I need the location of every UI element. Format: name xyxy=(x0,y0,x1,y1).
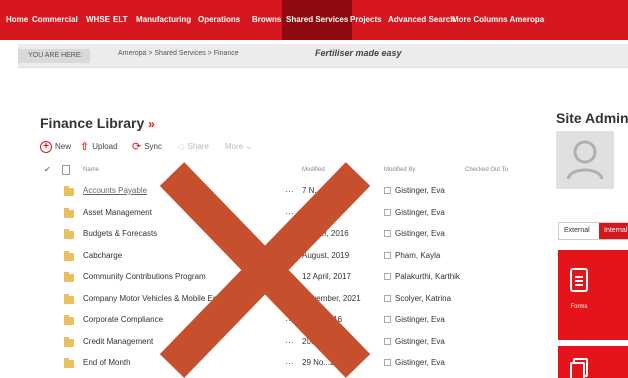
chevron-right-icon: » xyxy=(148,117,155,131)
tab-internal[interactable]: Internal xyxy=(599,223,628,239)
modified-by: Gistinger, Eva xyxy=(384,315,445,324)
modified-by-name: Gistinger, Eva xyxy=(395,186,445,195)
folder-icon xyxy=(64,272,74,282)
sync-label: Sync xyxy=(144,142,163,152)
folder-icon xyxy=(64,294,74,304)
presence-icon xyxy=(384,252,391,259)
avatar xyxy=(556,131,614,189)
tagline: Fertiliser made easy xyxy=(315,48,402,58)
nav-item-operations[interactable]: Operations xyxy=(198,0,240,40)
modified-by: Gistinger, Eva xyxy=(384,186,445,195)
user-silhouette-icon xyxy=(566,140,604,180)
modified-by: Gistinger, Eva xyxy=(384,208,445,217)
nav-item-more-columns[interactable]: More Columns Ameropa xyxy=(452,0,544,40)
modified-by: Gistinger, Eva xyxy=(384,337,445,346)
new-button[interactable]: + New xyxy=(40,140,71,154)
folder-icon xyxy=(64,251,74,261)
presence-icon xyxy=(384,273,391,280)
folder-icon xyxy=(64,358,74,368)
document-icon xyxy=(570,268,588,292)
more-button[interactable]: More ⌄ xyxy=(225,140,252,154)
folder-name[interactable]: Asset Management xyxy=(83,208,152,217)
folder-name[interactable]: Cabcharge xyxy=(83,251,122,260)
cross-mark-icon xyxy=(159,162,371,378)
top-nav-bar: Home Commercial WHSE ELT Manufacturing O… xyxy=(0,0,628,40)
upload-label: Upload xyxy=(92,142,118,152)
nav-item-elt[interactable]: ELT xyxy=(113,0,128,40)
nav-item-manufacturing[interactable]: Manufacturing xyxy=(136,0,191,40)
nav-item-commercial[interactable]: Commercial xyxy=(32,0,78,40)
plus-icon: + xyxy=(40,140,52,153)
sync-button[interactable]: ⟳ Sync xyxy=(132,140,162,154)
folder-name[interactable]: Credit Management xyxy=(83,337,153,346)
forms-tile[interactable]: Forms xyxy=(558,250,600,340)
presence-icon xyxy=(384,359,391,366)
presence-icon xyxy=(384,230,391,237)
select-all-checkbox[interactable]: ✔ xyxy=(44,165,51,174)
page-title[interactable]: Finance Library » xyxy=(40,115,155,131)
folder-icon xyxy=(64,337,74,347)
nav-item-projects[interactable]: Projects xyxy=(350,0,382,40)
share-icon: ◌ xyxy=(178,141,185,153)
chevron-down-icon: ⌄ xyxy=(243,142,253,151)
tile-filler xyxy=(600,250,628,340)
folder-icon xyxy=(64,315,74,325)
more-label: More xyxy=(225,142,244,151)
upload-icon: ⇧ xyxy=(80,141,90,153)
folder-icon xyxy=(64,229,74,239)
nav-item-shared-services[interactable]: Shared Services xyxy=(282,0,353,40)
modified-by-name: Gistinger, Eva xyxy=(395,229,445,238)
presence-icon xyxy=(384,316,391,323)
presence-icon xyxy=(384,187,391,194)
nav-item-home[interactable]: Home xyxy=(6,0,28,40)
modified-by-name: Gistinger, Eva xyxy=(395,208,445,217)
second-tile[interactable] xyxy=(558,346,628,378)
nav-item-whse[interactable]: WHSE xyxy=(86,0,110,40)
modified-by: Scolyer, Katrina xyxy=(384,294,451,303)
modified-by: Gistinger, Eva xyxy=(384,229,445,238)
upload-button[interactable]: ⇧ Upload xyxy=(80,140,118,154)
site-admin-title: Site Admin xyxy=(556,110,628,126)
sidebar-tabs: External Internal xyxy=(558,222,628,240)
share-button[interactable]: ◌ Share xyxy=(178,140,209,154)
documents-icon xyxy=(570,358,588,378)
modified-by-name: Pham, Kayla xyxy=(395,251,441,260)
library-title: Finance Library xyxy=(40,115,145,131)
file-type-icon xyxy=(62,165,70,175)
presence-icon xyxy=(384,295,391,302)
modified-by-name: Palakurthi, Karthik xyxy=(395,272,460,281)
modified-by-name: Gistinger, Eva xyxy=(395,358,445,367)
nav-item-browns[interactable]: Browns xyxy=(252,0,281,40)
presence-icon xyxy=(384,338,391,345)
share-label: Share xyxy=(187,142,209,152)
column-header-modified-by[interactable]: Modified By xyxy=(384,167,415,173)
modified-by: Pham, Kayla xyxy=(384,251,440,260)
tab-external[interactable]: External xyxy=(559,223,595,239)
folder-name[interactable]: End of Month xyxy=(83,358,131,367)
nav-item-advanced-search[interactable]: Advanced Search xyxy=(388,0,455,40)
column-header-name[interactable]: Name xyxy=(83,167,99,173)
modified-by: Palakurthi, Karthik xyxy=(384,272,460,281)
folder-name[interactable]: Budgets & Forecasts xyxy=(83,229,157,238)
folder-name[interactable]: Accounts Payable xyxy=(83,186,147,195)
modified-by-name: Gistinger, Eva xyxy=(395,315,445,324)
sync-icon: ⟳ xyxy=(132,141,142,153)
modified-by-name: Gistinger, Eva xyxy=(395,337,445,346)
column-header-checked-out-to[interactable]: Checked Out To xyxy=(465,167,508,173)
presence-icon xyxy=(384,209,391,216)
modified-by-name: Scolyer, Katrina xyxy=(395,294,452,303)
folder-icon xyxy=(64,208,74,218)
you-are-here-label: YOU ARE HERE: xyxy=(18,49,91,63)
breadcrumb[interactable]: Ameropa > Shared Services > Finance xyxy=(118,50,239,57)
folder-icon xyxy=(64,186,74,196)
modified-by: Gistinger, Eva xyxy=(384,358,445,367)
forms-tile-label: Forms xyxy=(570,304,588,310)
new-label: New xyxy=(55,142,72,151)
